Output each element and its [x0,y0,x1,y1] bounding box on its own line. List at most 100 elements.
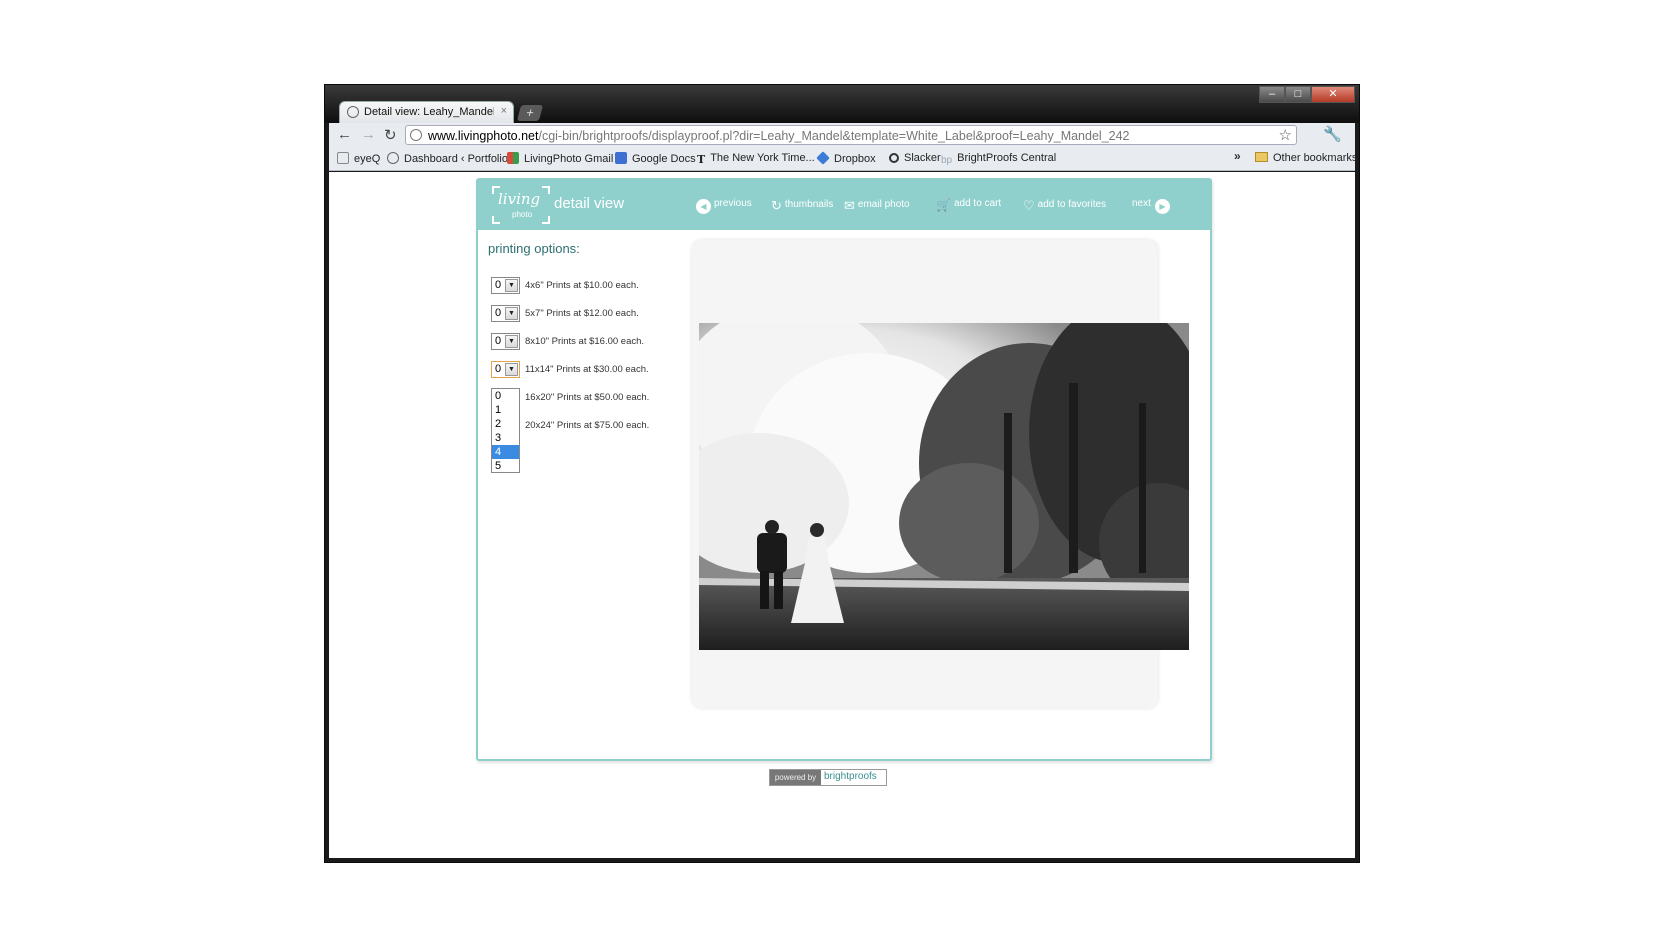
dropdown-option-highlighted[interactable]: 4 [492,445,519,459]
title-bar: Detail view: Leahy_Mandel_ × + – □ ✕ [325,85,1359,123]
add-to-cart-label: add to cart [953,198,1002,209]
detail-header: living photo detail view ◀ previous ↻ thum… [478,180,1210,230]
address-bar[interactable]: www.livingphoto.net/cgi-bin/brightproofs… [405,125,1297,145]
add-to-favorites-label: add to favorites [1037,199,1107,210]
bookmark-slacker[interactable]: Slacker [889,152,941,164]
back-button[interactable]: ← [337,126,352,143]
add-to-cart-link[interactable]: 🛒 add to cart [936,198,1001,212]
logo-corner [492,216,500,224]
dropdown-option[interactable]: 1 [492,403,519,417]
print-option-label: 5x7" Prints at $12.00 each. [525,308,639,319]
thumbnails-icon: ↻ [771,198,782,213]
bookmark-label: Slacker [904,152,941,164]
bookmark-label: The New York Time... [710,152,815,164]
minimize-button[interactable]: – [1259,86,1285,103]
bookmark-eyeq[interactable]: eyeQ [337,152,380,165]
next-link[interactable]: next ▶ [1132,198,1170,214]
page-content: living photo detail view ◀ previous ↻ thum… [329,172,1355,858]
url-domain: www.livingphoto.net [428,129,539,143]
chevron-down-icon: ▼ [505,363,518,376]
dropbox-icon [816,151,830,165]
bookmark-brightproofs-central[interactable]: bp BrightProofs Central [941,152,1056,167]
logo-corner [542,186,550,194]
bookmark-livingphoto-gmail[interactable]: LivingPhoto Gmail [507,152,613,165]
quantity-select[interactable]: 0 ▼ [491,361,520,378]
proof-detail-panel: living photo detail view ◀ previous ↻ thum… [476,178,1212,761]
dropdown-option[interactable]: 2 [492,417,519,431]
bookmark-label: LivingPhoto Gmail [524,153,614,165]
bookmark-dropbox[interactable]: Dropbox [816,151,876,165]
quantity-select[interactable]: 0 ▼ [491,333,520,350]
maximize-button[interactable]: □ [1285,86,1311,103]
bookmark-dashboard-portfolio[interactable]: Dashboard ‹ Portfolio [387,152,508,165]
bookmark-label: Google Docs [632,153,696,165]
logo-subtext: photo [512,210,533,219]
chevron-down-icon: ▼ [505,335,518,348]
dropdown-option[interactable]: 0 [492,389,519,403]
eyeq-icon [337,152,349,164]
quantity-select[interactable]: 0 ▼ [491,305,520,322]
living-photo-logo[interactable]: living photo [490,184,552,226]
bookmark-nytimes[interactable]: T The New York Time... [697,152,815,166]
email-photo-link[interactable]: ✉ email photo [844,198,910,214]
next-arrow-icon: ▶ [1154,199,1170,214]
reload-button[interactable]: ↻ [384,126,397,144]
email-photo-label: email photo [857,199,910,210]
logo-corner [542,216,550,224]
add-to-favorites-link[interactable]: ♡ add to favorites [1023,198,1106,214]
wedding-photo[interactable] [699,323,1189,650]
quantity-value: 0 [495,307,502,319]
page-title: detail view [554,195,625,212]
tab-title: Detail view: Leahy_Mandel_ [364,106,494,118]
brightproofs-brand: brightproofs [824,771,877,782]
gmail-icon [507,152,519,164]
print-option-label: 11x14" Prints at $30.00 each. [525,364,649,375]
print-option-label: 8x10" Prints at $16.00 each. [525,336,645,347]
bookmark-google-docs[interactable]: Google Docs [615,152,696,165]
thumbnails-link[interactable]: ↻ thumbnails [771,198,833,214]
wrench-menu-icon[interactable]: 🔧 [1323,125,1342,143]
page-favicon-icon [347,106,359,118]
bookmarks-overflow-icon[interactable]: » [1234,149,1241,163]
powered-by-badge[interactable]: powered by brightproofs [769,769,887,786]
nytimes-icon: T [697,153,706,166]
wedding-photo-image [699,323,1189,650]
quantity-select[interactable]: 0 ▼ [491,277,520,294]
chevron-down-icon: ▼ [505,279,518,292]
dropdown-option[interactable]: 5 [492,459,519,473]
bookmark-label: Dashboard ‹ Portfolio [404,153,508,165]
bookmark-star-icon[interactable]: ☆ [1279,126,1292,144]
quantity-value: 0 [495,335,502,347]
wordpress-icon [387,152,399,164]
print-option-label: 4x6" Prints at $10.00 each. [525,280,639,291]
quantity-dropdown-list[interactable]: 0 1 2 3 4 5 [491,388,520,473]
slacker-icon [889,153,899,163]
browser-tab[interactable]: Detail view: Leahy_Mandel_ × [339,101,514,123]
url-path: /cgi-bin/brightproofs/displayproof.pl?di… [538,129,1130,143]
print-option-label: 20x24" Prints at $75.00 each. [525,420,650,431]
next-label: next [1132,198,1151,209]
page-info-icon[interactable] [410,129,422,141]
other-bookmarks[interactable]: Other bookmarks [1255,152,1357,164]
print-option-label: 16x20" Prints at $50.00 each. [525,392,650,403]
tab-close-icon[interactable]: × [501,105,507,117]
quantity-value: 0 [495,363,502,375]
cart-icon: 🛒 [936,198,951,212]
printing-options-heading: printing options: [488,241,580,256]
close-window-button[interactable]: ✕ [1311,86,1355,103]
url-text: www.livingphoto.net/cgi-bin/brightproofs… [428,129,1130,143]
brightproofs-icon: bp [941,155,953,166]
new-tab-button[interactable]: + [516,105,544,121]
bookmark-label: BrightProofs Central [957,152,1057,164]
dropdown-option[interactable]: 3 [492,431,519,445]
folder-icon [1255,152,1268,162]
powered-by-label: powered by [770,770,821,785]
forward-button[interactable]: → [361,126,376,143]
bookmark-label: eyeQ [354,153,381,165]
google-docs-icon [615,152,627,164]
heart-icon: ♡ [1023,198,1035,213]
photo-frame [692,240,1189,708]
thumbnails-label: thumbnails [784,199,834,210]
window-controls: – □ ✕ [1259,86,1355,104]
previous-link[interactable]: ◀ previous [696,198,752,214]
